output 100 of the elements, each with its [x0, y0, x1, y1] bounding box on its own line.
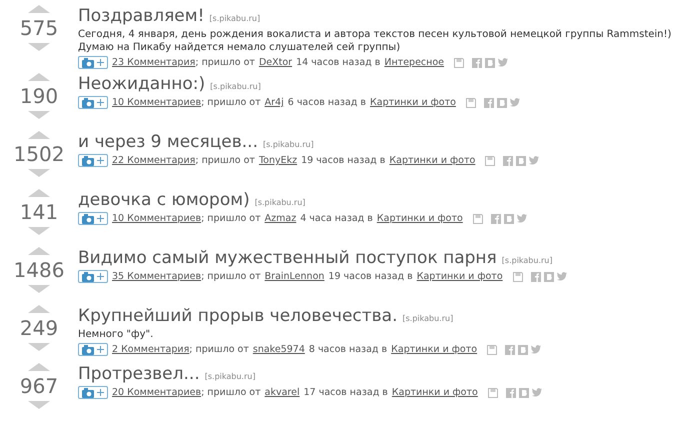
comments-link[interactable]: 23 Комментария	[112, 57, 196, 68]
downvote-button[interactable]	[28, 343, 50, 351]
vk-icon[interactable]	[504, 214, 514, 224]
camera-icon	[82, 272, 94, 282]
twitter-icon[interactable]	[556, 272, 567, 281]
post-source: [s.pikabu.ru]	[204, 372, 256, 381]
comments-link[interactable]: 2 Комментария	[112, 344, 190, 355]
meta-text: 14 часов назад в	[296, 57, 380, 68]
post-title[interactable]: Протрезвел...	[78, 363, 200, 385]
vk-icon[interactable]	[516, 156, 526, 166]
save-icon[interactable]	[454, 58, 464, 68]
plus-icon	[97, 99, 104, 106]
category-link[interactable]: Интересное	[384, 57, 444, 68]
add-photo-button[interactable]	[78, 386, 108, 399]
save-icon[interactable]	[472, 214, 483, 224]
post-source: [s.pikabu.ru]	[502, 256, 552, 265]
vote-score: 190	[20, 84, 58, 108]
facebook-icon[interactable]	[503, 156, 514, 166]
author-link[interactable]: Ar4j	[264, 97, 284, 108]
camera-icon	[82, 344, 94, 354]
vk-icon[interactable]	[518, 388, 529, 398]
save-icon[interactable]	[466, 98, 476, 108]
add-photo-button[interactable]	[78, 343, 108, 356]
plus-icon	[97, 273, 104, 280]
add-photo-button[interactable]	[78, 96, 108, 109]
twitter-icon[interactable]	[529, 156, 540, 165]
upvote-button[interactable]	[28, 73, 50, 81]
vote-score: 141	[20, 200, 58, 224]
author-link[interactable]: TonyEkz	[258, 155, 298, 166]
vk-icon[interactable]	[544, 272, 554, 282]
vk-icon[interactable]	[485, 58, 496, 68]
post-source: [s.pikabu.ru]	[254, 198, 306, 207]
vk-icon[interactable]	[496, 98, 507, 108]
downvote-button[interactable]	[28, 169, 50, 177]
facebook-icon[interactable]	[472, 58, 482, 68]
save-icon[interactable]	[487, 344, 498, 354]
downvote-button[interactable]	[28, 111, 50, 119]
author-link[interactable]: Azmaz	[264, 213, 296, 224]
meta-text: ; пришло от	[195, 57, 255, 68]
camera-icon	[82, 58, 94, 68]
facebook-icon[interactable]	[506, 388, 516, 398]
post-description: Немного "фу".	[78, 328, 154, 341]
downvote-button[interactable]	[28, 43, 50, 51]
save-icon[interactable]	[488, 388, 498, 398]
meta-text: 17 часов назад в	[304, 387, 388, 398]
save-icon[interactable]	[512, 272, 523, 282]
facebook-icon[interactable]	[505, 344, 516, 354]
camera-icon	[82, 98, 94, 108]
meta-text: ; пришло от	[189, 344, 249, 355]
category-link[interactable]: Картинки и фото	[370, 97, 456, 108]
comments-link[interactable]: 10 Комментариев	[112, 213, 202, 224]
camera-icon	[82, 214, 94, 224]
comments-link[interactable]: 35 Комментариев	[112, 271, 202, 282]
facebook-icon[interactable]	[484, 98, 494, 108]
add-photo-button[interactable]	[78, 154, 108, 167]
twitter-icon[interactable]	[531, 345, 542, 354]
category-link[interactable]: Картинки и фото	[392, 387, 478, 398]
twitter-icon[interactable]	[516, 214, 527, 223]
facebook-icon[interactable]	[490, 214, 501, 224]
comments-link[interactable]: 22 Комментария	[112, 155, 196, 166]
vk-icon[interactable]	[518, 344, 528, 354]
category-link[interactable]: Картинки и фото	[391, 344, 478, 355]
upvote-button[interactable]	[28, 363, 50, 371]
twitter-icon[interactable]	[498, 58, 508, 67]
post-title[interactable]: и через 9 месяцев...	[78, 131, 258, 153]
downvote-button[interactable]	[28, 227, 50, 235]
post-source: [s.pikabu.ru]	[210, 82, 261, 91]
author-link[interactable]: akvarel	[264, 387, 300, 398]
post-title[interactable]: девочка с юмором)	[78, 189, 250, 211]
upvote-button[interactable]	[28, 5, 50, 13]
author-link[interactable]: DeXtor	[258, 57, 292, 68]
post-title[interactable]: Видимо самый мужественный поступок парня	[78, 247, 497, 269]
vote-score: 249	[20, 316, 58, 340]
meta-text: 19 часов назад в	[328, 271, 413, 282]
upvote-button[interactable]	[28, 131, 50, 139]
downvote-button[interactable]	[28, 401, 50, 409]
post-title[interactable]: Неожиданно:)	[78, 73, 206, 95]
twitter-icon[interactable]	[532, 388, 542, 397]
add-photo-button[interactable]	[78, 212, 108, 225]
upvote-button[interactable]	[28, 247, 50, 255]
category-link[interactable]: Картинки и фото	[389, 155, 476, 166]
category-link[interactable]: Картинки и фото	[416, 271, 503, 282]
downvote-button[interactable]	[28, 285, 50, 293]
author-link[interactable]: snake5974	[252, 344, 305, 355]
category-link[interactable]: Картинки и фото	[376, 213, 463, 224]
twitter-icon[interactable]	[510, 98, 520, 107]
upvote-button[interactable]	[28, 189, 50, 197]
post-source: [s.pikabu.ru]	[402, 314, 454, 323]
comments-link[interactable]: 10 Комментариев	[112, 97, 202, 108]
post-title[interactable]: Поздравляем!	[78, 5, 204, 27]
add-photo-button[interactable]	[78, 56, 108, 69]
upvote-button[interactable]	[28, 305, 50, 313]
save-icon[interactable]	[485, 156, 496, 166]
meta-text: ; пришло от	[201, 271, 261, 282]
post-title[interactable]: Крупнейший прорыв человечества.	[78, 305, 398, 327]
plus-icon	[97, 215, 104, 222]
comments-link[interactable]: 20 Комментариев	[112, 387, 202, 398]
add-photo-button[interactable]	[78, 270, 108, 283]
facebook-icon[interactable]	[530, 272, 541, 282]
author-link[interactable]: BrainLennon	[264, 271, 324, 282]
